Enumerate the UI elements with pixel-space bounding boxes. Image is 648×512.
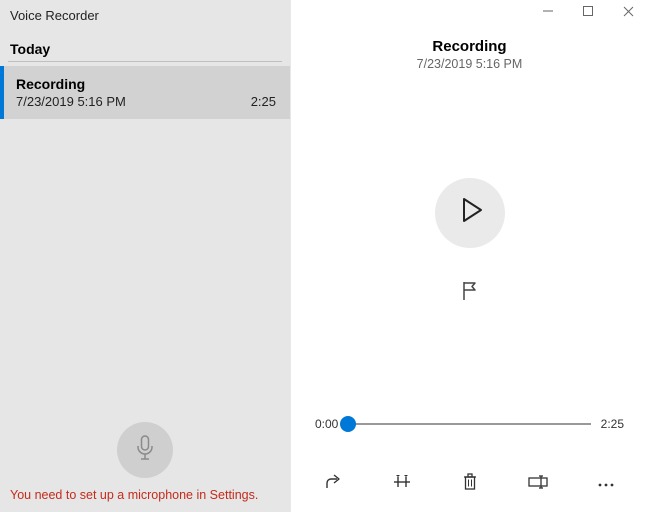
maximize-button[interactable] xyxy=(568,0,608,22)
sidebar: Voice Recorder Today Recording 7/23/2019… xyxy=(0,0,290,512)
main-panel: Recording 7/23/2019 5:16 PM 0:00 2:25 xyxy=(291,0,648,512)
delete-button[interactable] xyxy=(455,472,485,496)
flag-icon xyxy=(461,281,479,306)
selection-accent xyxy=(0,66,4,119)
more-button[interactable] xyxy=(591,472,621,496)
playback-duration: 2:25 xyxy=(601,417,624,431)
titlebar xyxy=(291,0,648,32)
microphone-icon xyxy=(134,435,156,466)
recording-item-timestamp: 7/23/2019 5:16 PM xyxy=(16,94,126,109)
play-icon xyxy=(457,197,483,228)
recording-item-title: Recording xyxy=(16,76,276,92)
rename-button[interactable] xyxy=(523,472,553,496)
playback-position: 0:00 xyxy=(315,417,338,431)
recording-header: Recording 7/23/2019 5:16 PM xyxy=(291,38,648,71)
microphone-warning: You need to set up a microphone in Setti… xyxy=(0,488,290,512)
seek-thumb[interactable] xyxy=(340,416,356,432)
bottom-toolbar xyxy=(291,462,648,512)
share-icon xyxy=(325,474,343,495)
section-header-today: Today xyxy=(0,25,290,61)
seek-slider[interactable] xyxy=(348,416,590,432)
recording-timestamp: 7/23/2019 5:16 PM xyxy=(291,57,648,71)
trim-icon xyxy=(392,474,412,495)
divider xyxy=(8,61,282,62)
record-button[interactable] xyxy=(117,422,173,478)
recording-item-duration: 2:25 xyxy=(251,94,276,109)
seek-bar-row: 0:00 2:25 xyxy=(291,416,648,432)
more-icon xyxy=(597,475,615,493)
share-button[interactable] xyxy=(319,472,349,496)
trash-icon xyxy=(463,473,477,495)
trim-button[interactable] xyxy=(387,472,417,496)
rename-icon xyxy=(528,475,548,494)
add-marker-button[interactable] xyxy=(454,278,486,310)
seek-track xyxy=(348,423,590,425)
minimize-button[interactable] xyxy=(528,0,568,22)
recording-title: Recording xyxy=(291,38,648,55)
play-button[interactable] xyxy=(435,178,505,248)
recording-list-item[interactable]: Recording 7/23/2019 5:16 PM 2:25 xyxy=(0,66,290,119)
close-button[interactable] xyxy=(608,0,648,22)
app-title: Voice Recorder xyxy=(0,0,290,25)
